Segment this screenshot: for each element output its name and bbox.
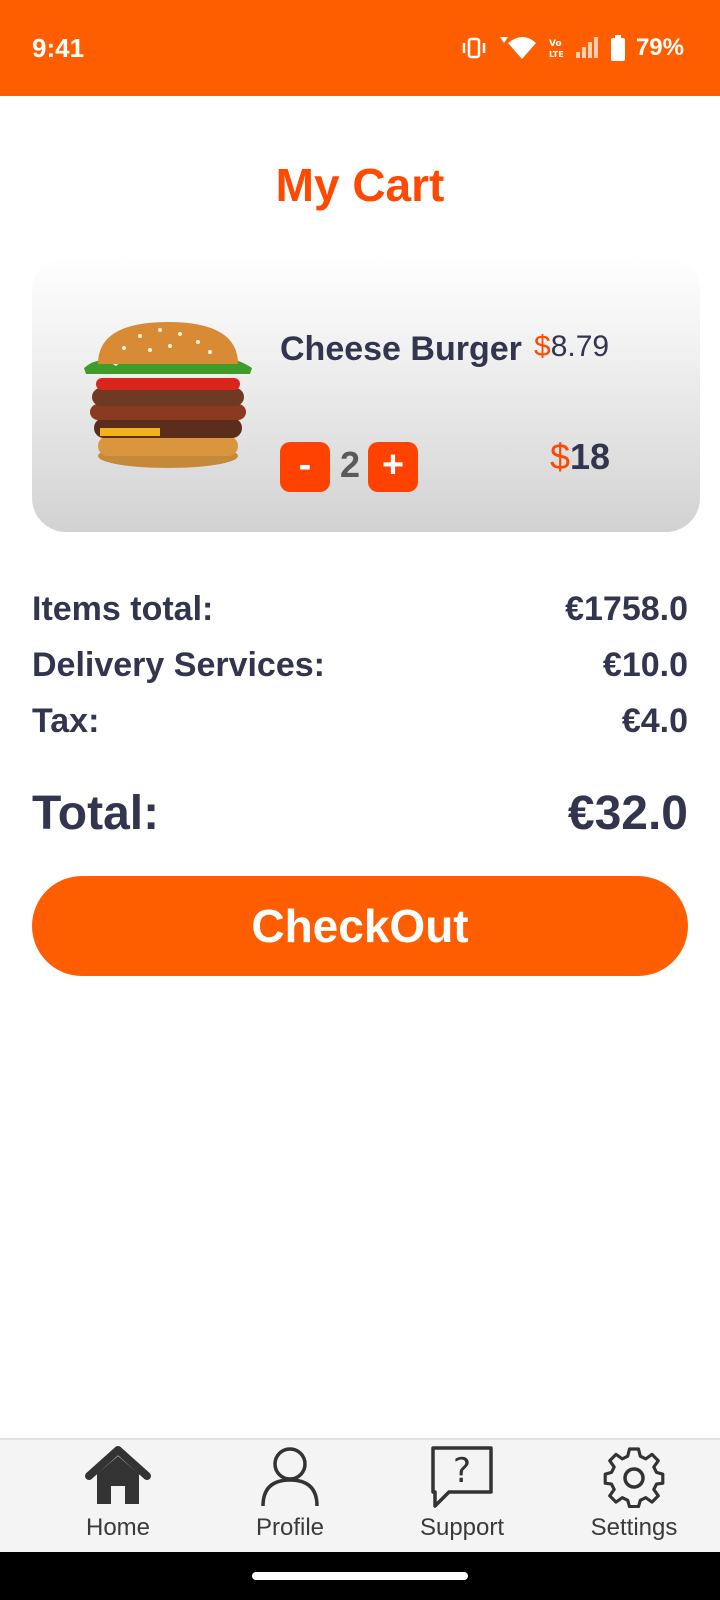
grand-total-row: Total: €32.0 [32,786,688,841]
items-total-label: Items total: [32,590,214,628]
wifi-icon [498,35,538,61]
nav-item-home[interactable]: Home [48,1444,188,1554]
currency-symbol: $ [550,436,571,477]
item-name: Cheese Burger [280,330,522,368]
system-gesture-bar [0,1552,720,1600]
battery-icon [610,35,626,61]
tax-label: Tax: [32,702,100,740]
nav-item-support[interactable]: ? Support [392,1444,532,1554]
volte-icon: Vo LTE [548,36,564,60]
item-total-value: 18 [570,436,611,477]
total-value: €32.0 [567,787,688,840]
items-total-value: €1758.0 [565,590,688,628]
delivery-row: Delivery Services: €10.0 [32,646,688,685]
svg-text:Vo: Vo [549,39,562,49]
delivery-value: €10.0 [602,646,688,684]
quantity-value: 2 [339,444,361,485]
support-icon: ? [392,1444,532,1508]
profile-icon [220,1444,360,1508]
vibrate-icon [460,36,488,60]
delivery-label: Delivery Services: [32,646,325,684]
item-price-value: 8.79 [550,330,610,363]
bottom-nav: Home Profile ? Support Settings [0,1438,720,1552]
nav-label-support: Support [419,1514,505,1541]
checkout-button[interactable]: CheckOut [32,876,688,976]
tax-value: €4.0 [621,702,688,740]
battery-percent: 79% [635,34,684,61]
nav-label-settings: Settings [590,1514,678,1541]
currency-symbol: $ [534,330,551,363]
tax-row: Tax: €4.0 [32,702,688,741]
item-line-total: $18 [550,436,610,478]
status-bar: 9:41 Vo LTE 79% [0,0,720,96]
status-time: 9:41 [32,32,85,63]
svg-text:LTE: LTE [549,50,564,59]
items-total-row: Items total: €1758.0 [32,590,688,629]
item-unit-price: $8.79 [534,330,609,364]
settings-icon [564,1444,704,1508]
cart-item-card: Cheese Burger $8.79 - 2 + $18 [32,256,700,532]
total-label: Total: [32,787,160,840]
burger-image [80,318,256,470]
home-gesture-handle[interactable] [252,1572,468,1580]
nav-label-profile: Profile [255,1514,325,1541]
nav-item-settings[interactable]: Settings [564,1444,704,1554]
decrease-quantity-button[interactable]: - [280,442,330,492]
increase-quantity-button[interactable]: + [368,442,418,492]
svg-text:?: ? [453,1451,471,1491]
nav-label-home: Home [85,1514,151,1541]
signal-icon [574,36,600,60]
page-title: My Cart [275,159,445,211]
nav-item-profile[interactable]: Profile [220,1444,360,1554]
home-icon [48,1444,188,1508]
status-icons: Vo LTE 79% [460,34,684,62]
